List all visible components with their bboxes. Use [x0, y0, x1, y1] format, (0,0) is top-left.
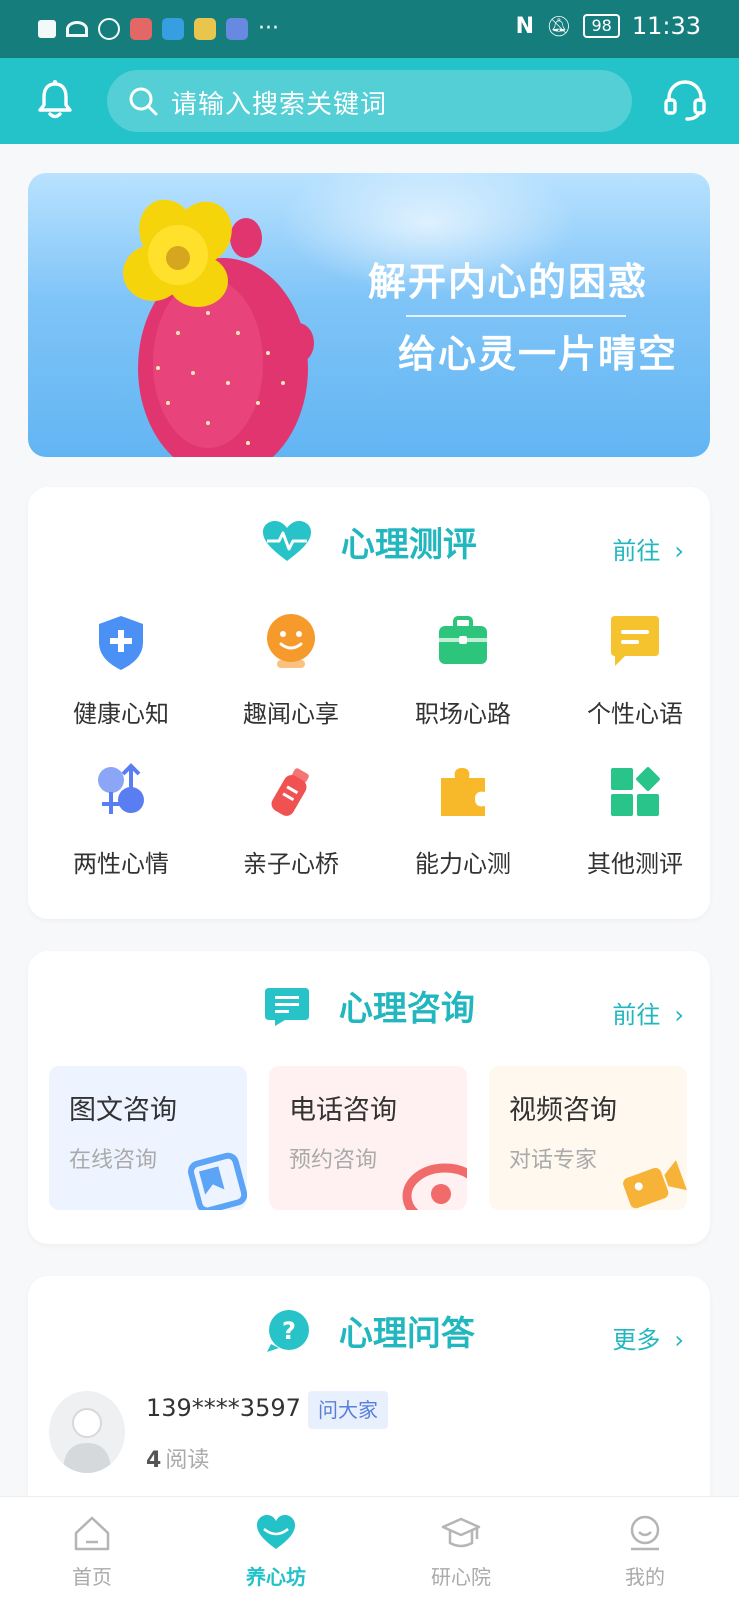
puzzle-icon — [441, 768, 485, 816]
profile-icon — [630, 1515, 660, 1551]
banner-divider — [406, 315, 626, 317]
avatar-placeholder-icon — [63, 1408, 111, 1473]
heart-icon — [257, 1515, 295, 1549]
qa-read-count: 4 阅读 — [146, 1448, 210, 1473]
music-app-icon — [226, 17, 248, 40]
assessment-item[interactable]: 职场心路 — [378, 602, 548, 742]
assessment-item[interactable]: 能力心测 — [378, 752, 548, 892]
tab-mine[interactable]: 我的 — [585, 1513, 705, 1590]
assessment-item[interactable]: 个性心语 — [550, 602, 720, 742]
briefcase-icon — [439, 616, 487, 664]
alert-icon — [38, 19, 56, 38]
qa-badge: 问大家 — [308, 1391, 388, 1429]
svg-text:?: ? — [282, 1317, 296, 1345]
qa-username[interactable]: 139****3597 — [146, 1394, 301, 1422]
gender-icon — [98, 763, 144, 814]
smile-icon — [267, 614, 315, 668]
image-text-icon — [187, 1152, 247, 1210]
heart-pulse-icon — [263, 520, 312, 561]
status-icons-right: N 🔕︎ 98 11:33 — [516, 12, 701, 40]
search-icon — [129, 87, 158, 116]
consult-option-phone[interactable]: 电话咨询 预约咨询 — [269, 1066, 467, 1210]
consult-option-image-text[interactable]: 图文咨询 在线咨询 — [49, 1066, 247, 1210]
clock: 11:33 — [631, 12, 701, 40]
qa-title: ? 心理问答 — [28, 1306, 710, 1366]
assessment-item[interactable]: 健康心知 — [36, 602, 206, 742]
bell-icon[interactable] — [33, 78, 77, 122]
hero-banner[interactable]: 解开内心的困惑 给心灵一片晴空 — [28, 173, 710, 457]
search-input[interactable]: 请输入搜索关键词 — [107, 70, 632, 132]
assessment-title: 心理测评 — [28, 517, 710, 577]
assessment-item[interactable]: 其他测评 — [550, 752, 720, 892]
baby-bottle-icon — [271, 768, 309, 816]
assessment-goto-link[interactable]: 前往 › — [612, 531, 684, 566]
shield-plus-icon — [99, 616, 143, 670]
consultation-goto-link[interactable]: 前往 › — [612, 995, 684, 1030]
app-icon-multi — [194, 17, 216, 40]
avatar[interactable] — [49, 1391, 125, 1473]
grid-apps-icon — [611, 767, 660, 816]
tab-home[interactable]: 首页 — [32, 1513, 152, 1590]
headset-icon[interactable] — [661, 76, 709, 124]
graduation-cap-icon — [441, 1517, 481, 1548]
chevron-right-icon: › — [674, 1326, 684, 1354]
wifi-icon — [66, 20, 88, 37]
banner-subline: 给心灵一片晴空 — [397, 332, 678, 376]
assessment-item[interactable]: 亲子心桥 — [206, 752, 376, 892]
search-placeholder: 请输入搜索关键词 — [171, 90, 388, 120]
tab-yanxinyuan[interactable]: 研心院 — [401, 1513, 521, 1590]
phone-icon — [402, 1163, 467, 1210]
globe-icon — [98, 17, 120, 40]
question-bubble-icon: ? — [267, 1309, 310, 1352]
more-notifications: ··· — [258, 16, 279, 41]
mute-icon: 🔕︎ — [546, 14, 572, 38]
message-doc-icon — [265, 987, 310, 1026]
consult-option-video[interactable]: 视频咨询 对话专家 — [489, 1066, 687, 1210]
chat-icon — [611, 616, 659, 666]
battery-indicator: 98 — [583, 14, 620, 38]
home-icon — [74, 1516, 110, 1551]
nfc-icon: N — [515, 13, 535, 39]
qa-more-link[interactable]: 更多 › — [612, 1320, 684, 1355]
chevron-right-icon: › — [674, 537, 684, 565]
consultation-title: 心理咨询 — [28, 981, 710, 1041]
assessment-item[interactable]: 两性心情 — [36, 752, 206, 892]
banner-headline: 解开内心的困惑 — [367, 260, 648, 304]
bottom-nav: 首页 养心坊 研心院 我的 — [0, 1496, 739, 1601]
status-icons-left: ··· — [38, 16, 279, 41]
video-icon — [623, 1160, 687, 1209]
cactus-flower-illustration — [123, 199, 314, 457]
consultation-card: 心理咨询 前往 › 图文咨询 在线咨询 电话咨询 预约咨询 视频咨询 对话专家 — [28, 951, 710, 1244]
chevron-right-icon: › — [674, 1001, 684, 1029]
tab-yangxinfang[interactable]: 养心坊 — [216, 1513, 336, 1590]
assessment-card: 心理测评 前往 › 健康心知 趣闻心享 职场心路 个性心语 两性心情 亲子心桥 … — [28, 487, 710, 919]
app-icon-blue — [162, 17, 184, 40]
status-bar: ··· N 🔕︎ 98 11:33 — [0, 0, 739, 58]
assessment-item[interactable]: 趣闻心享 — [206, 602, 376, 742]
top-header: 请输入搜索关键词 — [0, 58, 739, 144]
shop-app-icon — [130, 17, 152, 40]
